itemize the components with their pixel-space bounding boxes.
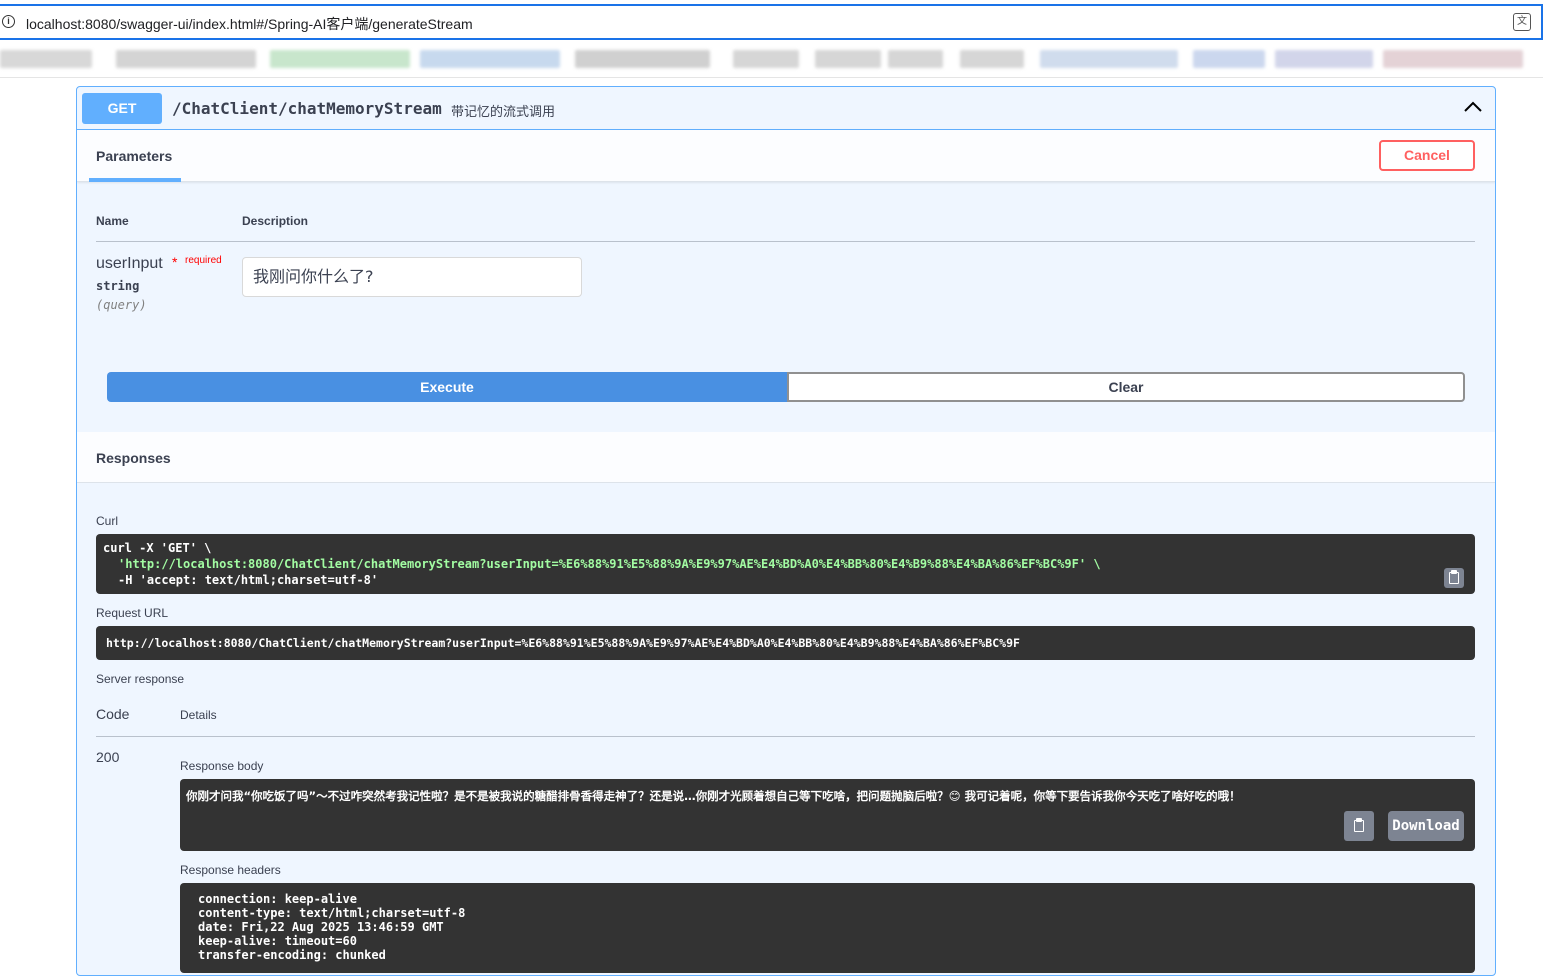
bookmark-item[interactable] xyxy=(1193,50,1265,68)
request-url: http://localhost:8080/ChatClient/chatMem… xyxy=(106,636,1020,650)
tab-parameters[interactable]: Parameters xyxy=(96,148,172,164)
download-button[interactable]: Download xyxy=(1388,811,1464,841)
clear-button[interactable]: Clear xyxy=(787,372,1465,402)
info-icon[interactable]: i xyxy=(2,15,15,28)
header-line: content-type: text/html;charset=utf-8 xyxy=(198,906,466,920)
divider xyxy=(96,241,1475,242)
param-name: userInput xyxy=(96,255,163,272)
operation-path: /ChatClient/chatMemoryStream xyxy=(172,99,442,118)
curl-label: Curl xyxy=(96,514,119,528)
response-headers-label: Response headers xyxy=(180,863,281,877)
request-url-block[interactable]: http://localhost:8080/ChatClient/chatMem… xyxy=(96,626,1475,660)
bookmark-item[interactable] xyxy=(1040,50,1178,68)
bookmark-item[interactable] xyxy=(0,50,92,68)
parameters-header: Parameters Cancel xyxy=(77,130,1495,182)
cancel-button[interactable]: Cancel xyxy=(1379,140,1475,171)
response-body-text: 你刚才问我“你吃饭了吗”～不过咋突然考我记性啦？是不是被我说的糖醋排骨香得走神了… xyxy=(186,789,1241,803)
param-type: string xyxy=(96,279,140,293)
address-bar[interactable]: i localhost:8080/swagger-ui/index.html#/… xyxy=(0,4,1543,40)
tab-underline xyxy=(89,178,181,182)
header-line: connection: keep-alive xyxy=(198,892,357,906)
execute-button[interactable]: Execute xyxy=(107,372,787,402)
bookmark-item[interactable] xyxy=(575,50,710,68)
curl-line-2: 'http://localhost:8080/ChatClient/chatMe… xyxy=(118,557,1101,571)
bookmark-item[interactable] xyxy=(1383,50,1523,68)
bookmark-item[interactable] xyxy=(960,50,1024,68)
curl-line-1: curl -X 'GET' \ xyxy=(103,541,212,555)
required-label: required xyxy=(185,255,222,266)
copy-icon[interactable] xyxy=(1344,811,1374,841)
column-header-name: Name xyxy=(96,214,129,228)
bookmark-item[interactable] xyxy=(733,50,799,68)
curl-code-block[interactable]: curl -X 'GET' \ 'http://localhost:8080/C… xyxy=(96,534,1475,594)
bookmark-item[interactable] xyxy=(815,50,881,68)
status-code: 200 xyxy=(96,749,120,765)
bookmark-item[interactable] xyxy=(420,50,560,68)
copy-icon[interactable] xyxy=(1444,568,1464,588)
bookmark-item[interactable] xyxy=(270,50,410,68)
method-badge: GET xyxy=(82,93,162,124)
curl-line-3: -H 'accept: text/html;charset=utf-8' xyxy=(118,573,379,587)
details-column-header: Details xyxy=(180,708,217,722)
column-header-description: Description xyxy=(242,214,309,228)
bookmark-item[interactable] xyxy=(888,50,943,68)
bookmark-item[interactable] xyxy=(1275,50,1373,68)
header-line: date: Fri,22 Aug 2025 13:46:59 GMT xyxy=(198,920,444,934)
response-headers-block[interactable]: connection: keep-alive content-type: tex… xyxy=(180,883,1475,973)
bookmark-item[interactable] xyxy=(116,50,256,68)
userinput-field[interactable]: 我刚问你什么了? xyxy=(242,257,582,297)
request-url-label: Request URL xyxy=(96,606,169,620)
translate-icon[interactable]: 文 xyxy=(1513,13,1531,31)
required-star: * xyxy=(172,254,178,270)
param-location: (query) xyxy=(96,298,147,312)
chevron-up-icon[interactable] xyxy=(1461,95,1485,119)
responses-title: Responses xyxy=(96,450,171,466)
responses-header: Responses xyxy=(77,432,1495,483)
operation-summary[interactable]: GET /ChatClient/chatMemoryStream 带记忆的流式调… xyxy=(77,87,1495,130)
bookmarks-bar xyxy=(0,42,1543,78)
divider xyxy=(96,736,1475,737)
operation-description: 带记忆的流式调用 xyxy=(451,104,556,119)
response-body-block[interactable]: 你刚才问我“你吃饭了吗”～不过咋突然考我记性啦？是不是被我说的糖醋排骨香得走神了… xyxy=(180,779,1475,851)
header-line: transfer-encoding: chunked xyxy=(198,948,386,962)
server-response-label: Server response xyxy=(96,672,185,686)
operation-block: GET /ChatClient/chatMemoryStream 带记忆的流式调… xyxy=(76,86,1496,976)
response-body-label: Response body xyxy=(180,759,264,773)
code-column-header: Code xyxy=(96,706,130,722)
header-line: keep-alive: timeout=60 xyxy=(198,934,357,948)
address-url[interactable]: localhost:8080/swagger-ui/index.html#/Sp… xyxy=(26,14,473,34)
